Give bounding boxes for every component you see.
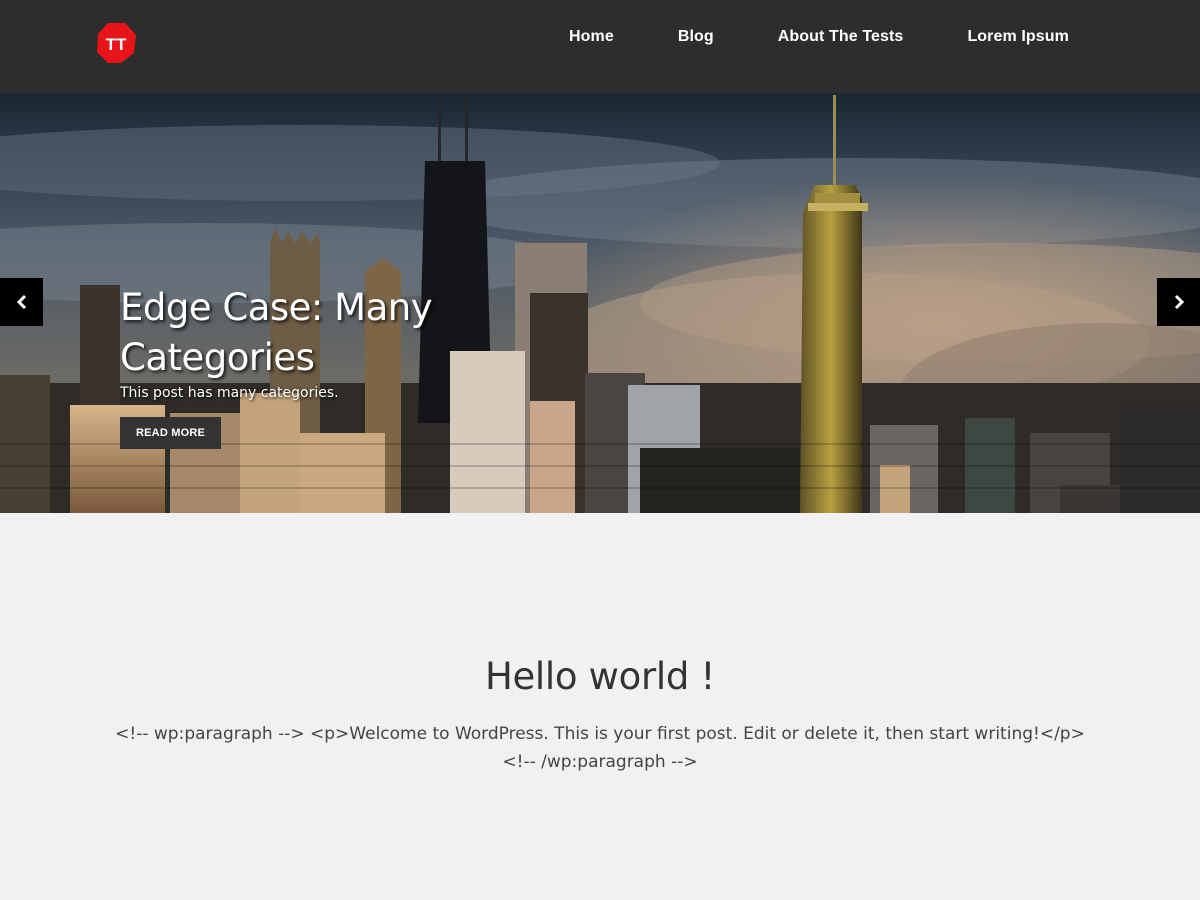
chevron-left-icon	[16, 294, 26, 310]
chevron-right-icon	[1174, 294, 1184, 310]
nav-home[interactable]: Home	[569, 28, 614, 46]
slider-next-button[interactable]	[1157, 278, 1200, 326]
post-content: Hello world ! <!-- wp:paragraph --> <p>W…	[0, 513, 1200, 900]
nav-blog[interactable]: Blog	[678, 28, 714, 46]
logo-text: TT	[106, 35, 127, 54]
post-title[interactable]: Hello world !	[0, 655, 1200, 698]
site-header: TT Home Blog About The Tests Lorem Ipsum	[0, 0, 1200, 93]
main-navigation: Home Blog About The Tests Lorem Ipsum	[569, 0, 1200, 73]
slide-caption: Edge Case: Many Categories This post has…	[120, 283, 440, 449]
slide-title[interactable]: Edge Case: Many Categories	[120, 283, 440, 383]
read-more-button[interactable]: READ MORE	[120, 417, 222, 449]
nav-lorem-ipsum[interactable]: Lorem Ipsum	[967, 28, 1069, 46]
nav-about-the-tests[interactable]: About The Tests	[778, 28, 904, 46]
site-logo[interactable]: TT	[96, 22, 137, 64]
slide-excerpt: This post has many categories.	[120, 385, 339, 401]
slider-prev-button[interactable]	[0, 278, 43, 326]
hero-slider: Edge Case: Many Categories This post has…	[0, 93, 1200, 513]
post-body: <!-- wp:paragraph --> <p>Welcome to Word…	[115, 724, 1085, 772]
